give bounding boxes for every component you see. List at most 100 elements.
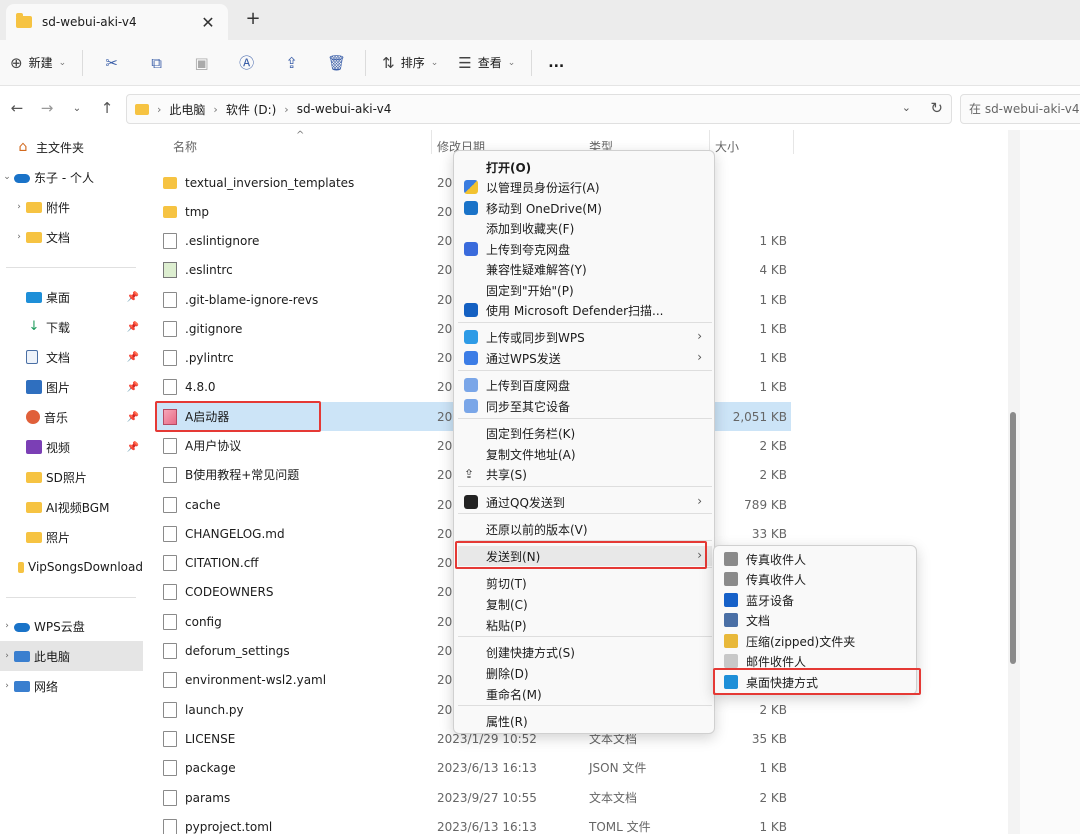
send-to-item[interactable]: 蓝牙设备 bbox=[718, 590, 914, 610]
cut-icon[interactable]: ✂ bbox=[89, 47, 134, 79]
search-input[interactable]: 在 sd-webui-aki-v4 中 bbox=[960, 94, 1080, 124]
context-menu-item[interactable]: 移动到 OneDrive(M) bbox=[458, 198, 712, 218]
address-dropdown-icon[interactable]: ⌄ bbox=[902, 101, 911, 114]
context-menu-item[interactable]: 还原以前的版本(V) bbox=[458, 519, 712, 539]
context-menu-item[interactable]: 上传或同步到WPS › bbox=[458, 327, 712, 347]
details-pane bbox=[1020, 130, 1080, 834]
tab-active[interactable]: sd-webui-aki-v4 ✕ bbox=[6, 4, 228, 40]
pin-icon[interactable]: 📌 bbox=[127, 442, 139, 453]
context-menu-item[interactable]: 固定到任务栏(K) bbox=[458, 423, 712, 443]
history-chevron-icon[interactable]: ⌄ bbox=[62, 103, 92, 114]
send-to-item[interactable]: 传真收件人 bbox=[718, 569, 914, 589]
column-separator[interactable] bbox=[793, 130, 794, 154]
context-menu-item[interactable]: 删除(D) bbox=[458, 663, 712, 683]
context-menu-item[interactable]: 属性(R) bbox=[458, 711, 712, 731]
context-menu-item[interactable]: 打开(O) bbox=[458, 157, 712, 177]
pin-icon[interactable]: 📌 bbox=[127, 412, 139, 423]
context-menu-item[interactable]: 粘贴(P) bbox=[458, 615, 712, 635]
up-arrow-icon[interactable]: ↑ bbox=[92, 99, 122, 117]
file-row[interactable]: pyproject.toml 2023/6/13 16:13 TOML 文件 1 KB bbox=[155, 812, 791, 834]
chevron-right-icon[interactable]: › bbox=[12, 232, 26, 242]
address-bar[interactable]: › 此电脑 › 软件 (D:) › sd-webui-aki-v4 ⌄ ↻ bbox=[126, 94, 952, 124]
sidebar-item-photos[interactable]: 照片 bbox=[0, 522, 143, 552]
send-to-item[interactable]: 桌面快捷方式 bbox=[718, 672, 914, 692]
back-arrow-icon[interactable]: ← bbox=[2, 99, 32, 117]
pin-icon[interactable]: 📌 bbox=[127, 322, 139, 333]
share-icon[interactable]: ⇪ bbox=[269, 47, 314, 79]
chevron-right-icon[interactable]: › bbox=[0, 621, 14, 631]
sidebar-item-attachments[interactable]: › 附件 bbox=[0, 192, 143, 222]
context-menu-item[interactable]: 通过QQ发送到 › bbox=[458, 492, 712, 512]
close-tab-icon[interactable]: ✕ bbox=[198, 13, 218, 32]
refresh-icon[interactable]: ↻ bbox=[930, 99, 943, 117]
sidebar-item-vipsongs[interactable]: VipSongsDownload bbox=[0, 552, 143, 582]
context-menu-item[interactable]: 兼容性疑难解答(Y) bbox=[458, 259, 712, 279]
sidebar-item-label: 文档 bbox=[46, 350, 71, 365]
breadcrumb-this-pc[interactable]: 此电脑 bbox=[169, 101, 205, 118]
delete-icon[interactable]: 🗑 bbox=[314, 47, 359, 79]
sidebar-item-music[interactable]: 音乐 📌 bbox=[0, 402, 143, 432]
sidebar-item-documents-cloud[interactable]: › 文档 bbox=[0, 222, 143, 252]
scrollbar-thumb[interactable] bbox=[1010, 412, 1016, 664]
sidebar-item-network[interactable]: › 网络 bbox=[0, 671, 143, 701]
pin-icon[interactable]: 📌 bbox=[127, 292, 139, 303]
sort-button[interactable]: ⇅ 排序 ⌄ bbox=[372, 47, 448, 79]
context-menu-item[interactable]: 剪切(T) bbox=[458, 573, 712, 593]
context-menu-item[interactable]: 复制文件地址(A) bbox=[458, 444, 712, 464]
context-menu-item[interactable]: 固定到"开始"(P) bbox=[458, 280, 712, 300]
chevron-right-icon[interactable]: › bbox=[0, 651, 14, 661]
sidebar-item-desktop[interactable]: 桌面 📌 bbox=[0, 282, 143, 312]
menu-item-label: 传真收件人 bbox=[746, 552, 807, 567]
context-menu-item[interactable]: 发送到(N) › bbox=[458, 546, 712, 566]
sidebar-item-sd-photos[interactable]: SD照片 bbox=[0, 462, 143, 492]
context-menu-item[interactable]: 以管理员身份运行(A) bbox=[458, 177, 712, 197]
context-menu-item[interactable]: 添加到收藏夹(F) bbox=[458, 218, 712, 238]
send-to-item[interactable]: 传真收件人 bbox=[718, 549, 914, 569]
sidebar-item-videos[interactable]: 视频 📌 bbox=[0, 432, 143, 462]
column-separator[interactable] bbox=[431, 130, 432, 154]
sidebar-item-downloads[interactable]: ↓ 下载 📌 bbox=[0, 312, 143, 342]
context-menu-item[interactable]: 使用 Microsoft Defender扫描... bbox=[458, 300, 712, 320]
sidebar-item-ai-bgm[interactable]: AI视频BGM bbox=[0, 492, 143, 522]
copy-icon[interactable]: ⧉ bbox=[134, 47, 179, 79]
forward-arrow-icon[interactable]: → bbox=[32, 99, 62, 117]
file-row[interactable]: package 2023/6/13 16:13 JSON 文件 1 KB bbox=[155, 753, 791, 782]
context-menu-item[interactable]: 创建快捷方式(S) bbox=[458, 642, 712, 662]
context-menu-item[interactable]: 通过WPS发送 › bbox=[458, 348, 712, 368]
send-to-item[interactable]: 邮件收件人 bbox=[718, 651, 914, 671]
pin-icon[interactable]: 📌 bbox=[127, 382, 139, 393]
rename-icon[interactable]: Ⓐ bbox=[224, 47, 269, 79]
folder-icon bbox=[17, 561, 25, 573]
breadcrumb-drive[interactable]: 软件 (D:) bbox=[226, 101, 276, 118]
chevron-down-icon[interactable]: ⌄ bbox=[0, 172, 14, 182]
context-menu-item[interactable]: 同步至其它设备 bbox=[458, 396, 712, 416]
context-menu-item[interactable]: 上传到夸克网盘 bbox=[458, 239, 712, 259]
sidebar-item-this-pc[interactable]: › 此电脑 bbox=[0, 641, 143, 671]
folder-icon bbox=[26, 231, 42, 243]
context-menu-item[interactable]: 复制(C) bbox=[458, 594, 712, 614]
send-to-item[interactable]: 压缩(zipped)文件夹 bbox=[718, 631, 914, 651]
context-menu-item[interactable]: 上传到百度网盘 bbox=[458, 375, 712, 395]
more-button[interactable]: ... bbox=[538, 47, 574, 79]
menu-item-label: 粘贴(P) bbox=[486, 618, 527, 633]
new-button[interactable]: ⊕ 新建 ⌄ bbox=[0, 47, 76, 79]
paste-icon[interactable]: ▣ bbox=[179, 47, 224, 79]
view-button[interactable]: ☰ 查看 ⌄ bbox=[448, 47, 525, 79]
file-row[interactable]: params 2023/9/27 10:55 文本文档 2 KB bbox=[155, 783, 791, 812]
sidebar-item-onedrive[interactable]: ⌄ 东子 - 个人 bbox=[0, 162, 143, 192]
new-tab-button[interactable]: + bbox=[243, 8, 263, 29]
file-date: 20 bbox=[437, 175, 453, 190]
sidebar-item-pictures[interactable]: 图片 📌 bbox=[0, 372, 143, 402]
context-menu-item[interactable]: ⇪ 共享(S) bbox=[458, 464, 712, 484]
sidebar-item-documents[interactable]: 文档 📌 bbox=[0, 342, 143, 372]
context-menu-item[interactable]: 重命名(M) bbox=[458, 684, 712, 704]
breadcrumb-folder[interactable]: sd-webui-aki-v4 bbox=[297, 102, 392, 116]
send-to-item[interactable]: 文档 bbox=[718, 610, 914, 630]
toolbar-divider bbox=[531, 49, 533, 76]
chevron-right-icon[interactable]: › bbox=[0, 681, 14, 691]
sidebar-item-wps-cloud[interactable]: › WPS云盘 bbox=[0, 611, 143, 641]
chevron-right-icon[interactable]: › bbox=[12, 202, 26, 212]
pin-icon[interactable]: 📌 bbox=[127, 352, 139, 363]
sidebar-item-home[interactable]: ⌂ 主文件夹 bbox=[0, 132, 143, 162]
column-header-size[interactable]: 大小 bbox=[715, 136, 739, 158]
